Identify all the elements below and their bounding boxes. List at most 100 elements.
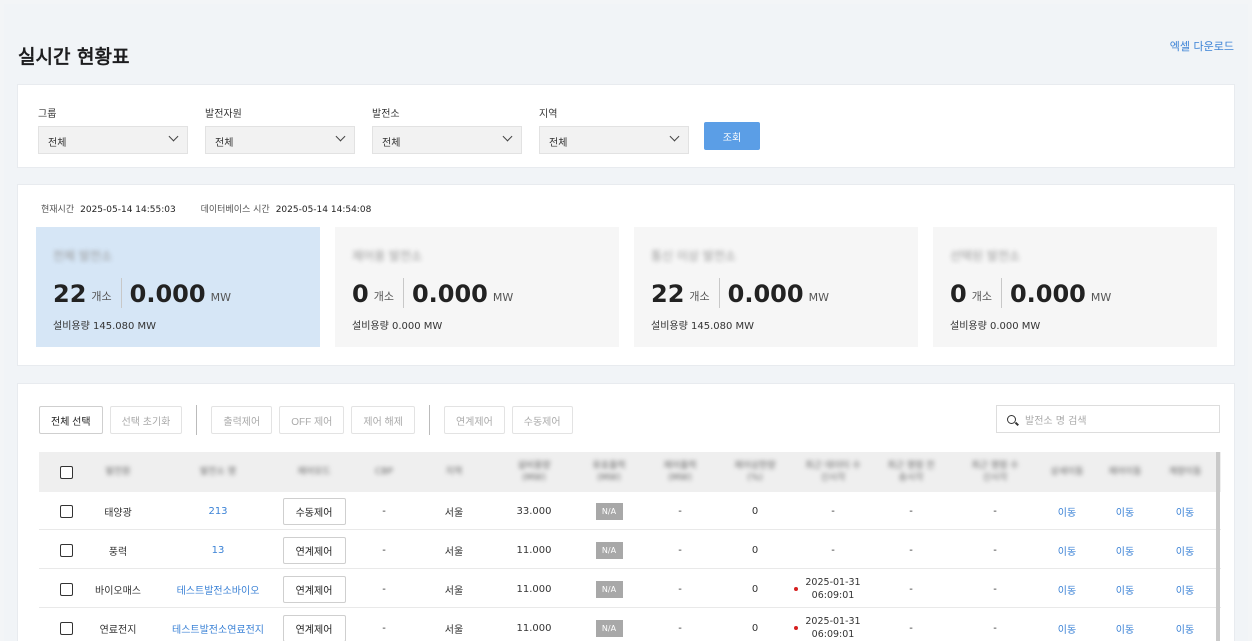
header-cbp[interactable]: CBP [359,452,409,492]
header-cmd-recv[interactable]: 최근 명령 수신시각 [969,452,1021,492]
header-last-data[interactable]: 최근 데이터 수신시각 [805,452,861,492]
card-mw: 0.000 [129,280,206,308]
move-link-3[interactable]: 이동 [1163,531,1207,569]
mode-button[interactable]: 연계제어 [282,575,346,603]
move-link-1[interactable]: 이동 [1043,609,1091,641]
header-region[interactable]: 지역 [429,452,479,492]
row-checkbox[interactable] [59,543,73,557]
move-link-1[interactable]: 이동 [1043,492,1091,530]
filter-resource-label: 발전자원 [205,109,242,120]
card-divider [402,278,404,308]
chevron-down-icon [335,131,346,142]
header-move3[interactable]: 계량이동 [1163,452,1207,492]
plant-search-input[interactable]: 발전소 명 검색 [996,405,1220,433]
chevron-down-icon [502,131,513,142]
move-link-3[interactable]: 이동 [1163,492,1207,530]
cell-cmd-sent: - [909,505,913,517]
group-select[interactable]: 전체 [38,126,188,154]
reset-selection-button[interactable]: 선택 초기화 [109,406,183,434]
output-control-button[interactable]: 출력제어 [211,406,273,434]
summary-panel: 현재시간 2025-05-14 14:55:03 데이터베이스 시간 2025-05… [17,184,1235,366]
header-move1[interactable]: 상세이동 [1043,452,1091,492]
card-mw-unit: MW [210,291,231,304]
cell-cmd-recv: - [993,544,997,556]
filter-plant: 발전소 전체 [372,105,522,154]
cell-last-data: 2025-01-31 06:09:01 [794,570,871,608]
summary-card-control[interactable]: 제어용 발전소 0 개소 0.000 MW 설비용량 0.000 MW [335,227,619,347]
card-divider [718,278,720,308]
search-placeholder: 발전소 명 검색 [1025,415,1087,427]
move-link-1[interactable]: 이동 [1043,531,1091,569]
app-frame: 실시간 현황표 엑셀 다운로드 그룹 전체 발전자원 전체 발전소 전체 지역 [4,4,1248,641]
na-badge: N/A [595,619,623,637]
plant-select-value: 전체 [382,138,401,149]
cell-cmd-sent: - [909,544,913,556]
table-row: 풍력 13 연계제어 - 서울 11.000 N/A - 0 - - - 이동 … [39,531,1221,569]
resource-select[interactable]: 전체 [205,126,355,154]
header-source[interactable]: 발전원 [83,452,153,492]
move-link-2[interactable]: 이동 [1103,531,1147,569]
header-select-all[interactable] [49,452,83,492]
move-link-3[interactable]: 이동 [1163,570,1207,608]
cell-limit: 0 [751,583,759,595]
filter-plant-label: 발전소 [372,109,400,120]
mode-button[interactable]: 수동제어 [282,497,346,525]
move-link-2[interactable]: 이동 [1103,492,1147,530]
off-control-button[interactable]: OFF 제어 [279,406,345,434]
move-link-1[interactable]: 이동 [1043,570,1091,608]
db-time-label: 데이터베이스 시간 [200,205,270,215]
cell-cbp: - [382,583,386,595]
move-link-2[interactable]: 이동 [1103,570,1147,608]
plant-select[interactable]: 전체 [372,126,522,154]
cell-capacity: 11.000 [516,622,552,634]
header-name[interactable]: 발전소 명 [173,452,263,492]
cell-plant-name-link[interactable]: 테스트발전소바이오 [163,570,273,608]
card-count-unit: 개소 [971,290,992,303]
row-checkbox[interactable] [59,582,73,596]
header-active-power[interactable]: 유효출력 (MW) [584,452,634,492]
region-select[interactable]: 전체 [539,126,689,154]
select-all-button[interactable]: 전체 선택 [39,406,103,434]
card-divider [1000,278,1002,308]
manual-control-button[interactable]: 수동제어 [511,406,573,434]
cell-plant-name-link[interactable]: 13 [173,531,263,569]
query-button[interactable]: 조회 [704,122,760,150]
table-scrollbar[interactable] [1216,452,1220,641]
card-mw: 0.000 [1009,280,1086,308]
cell-cmd-recv: - [993,505,997,517]
summary-card-all[interactable]: 전체 발전소 22 개소 0.000 MW 설비용량 145.080 MW [36,227,320,347]
cell-source: 태양광 [104,507,132,519]
group-select-value: 전체 [48,138,67,149]
move-link-2[interactable]: 이동 [1103,609,1147,641]
excel-download-link[interactable]: 엑셀 다운로드 [1170,38,1234,54]
card-mw-unit: MW [492,291,514,304]
summary-card-comm-error[interactable]: 통신 이상 발전소 22 개소 0.000 MW 설비용량 145.080 MW [634,227,918,347]
header-mode[interactable]: 제어모드 [279,452,349,492]
checkbox[interactable] [59,465,73,479]
db-time-value: 2025-05-14 14:54:08 [275,205,372,215]
table-header: 발전원 발전소 명 제어모드 CBP 지역 설비용량 (MW) 유효출력 (MW… [39,452,1221,492]
header-cmd-sent[interactable]: 최근 명령 전송시각 [885,452,937,492]
cell-plant-name-link[interactable]: 테스트발전소연료전지 [161,609,275,641]
cell-last-data: - [831,544,835,556]
move-link-3[interactable]: 이동 [1163,609,1207,641]
cell-plant-name-link[interactable]: 213 [173,492,263,530]
linked-control-button[interactable]: 연계제어 [443,406,505,434]
row-checkbox[interactable] [59,621,73,635]
header-move2[interactable]: 제어이동 [1103,452,1147,492]
row-checkbox[interactable] [59,504,73,518]
mode-button[interactable]: 연계제어 [282,536,346,564]
cell-cmd-recv: - [993,583,997,595]
na-badge: N/A [595,580,623,598]
header-limit[interactable]: 제어상한량 (%) [729,452,781,492]
summary-card-selected[interactable]: 선택된 발전소 0 개소 0.000 MW 설비용량 0.000 MW [933,227,1217,347]
release-control-button[interactable]: 제어 해제 [351,406,415,434]
header-capacity[interactable]: 설비용량 (MW) [509,452,559,492]
resource-select-value: 전체 [215,138,234,149]
header-control-power[interactable]: 제어출력 (MW) [655,452,705,492]
cell-cbp: - [382,505,386,517]
mode-button[interactable]: 연계제어 [282,614,346,641]
cell-source: 연료전지 [99,624,137,636]
cell-region: 서울 [444,546,464,558]
region-select-value: 전체 [549,138,568,149]
